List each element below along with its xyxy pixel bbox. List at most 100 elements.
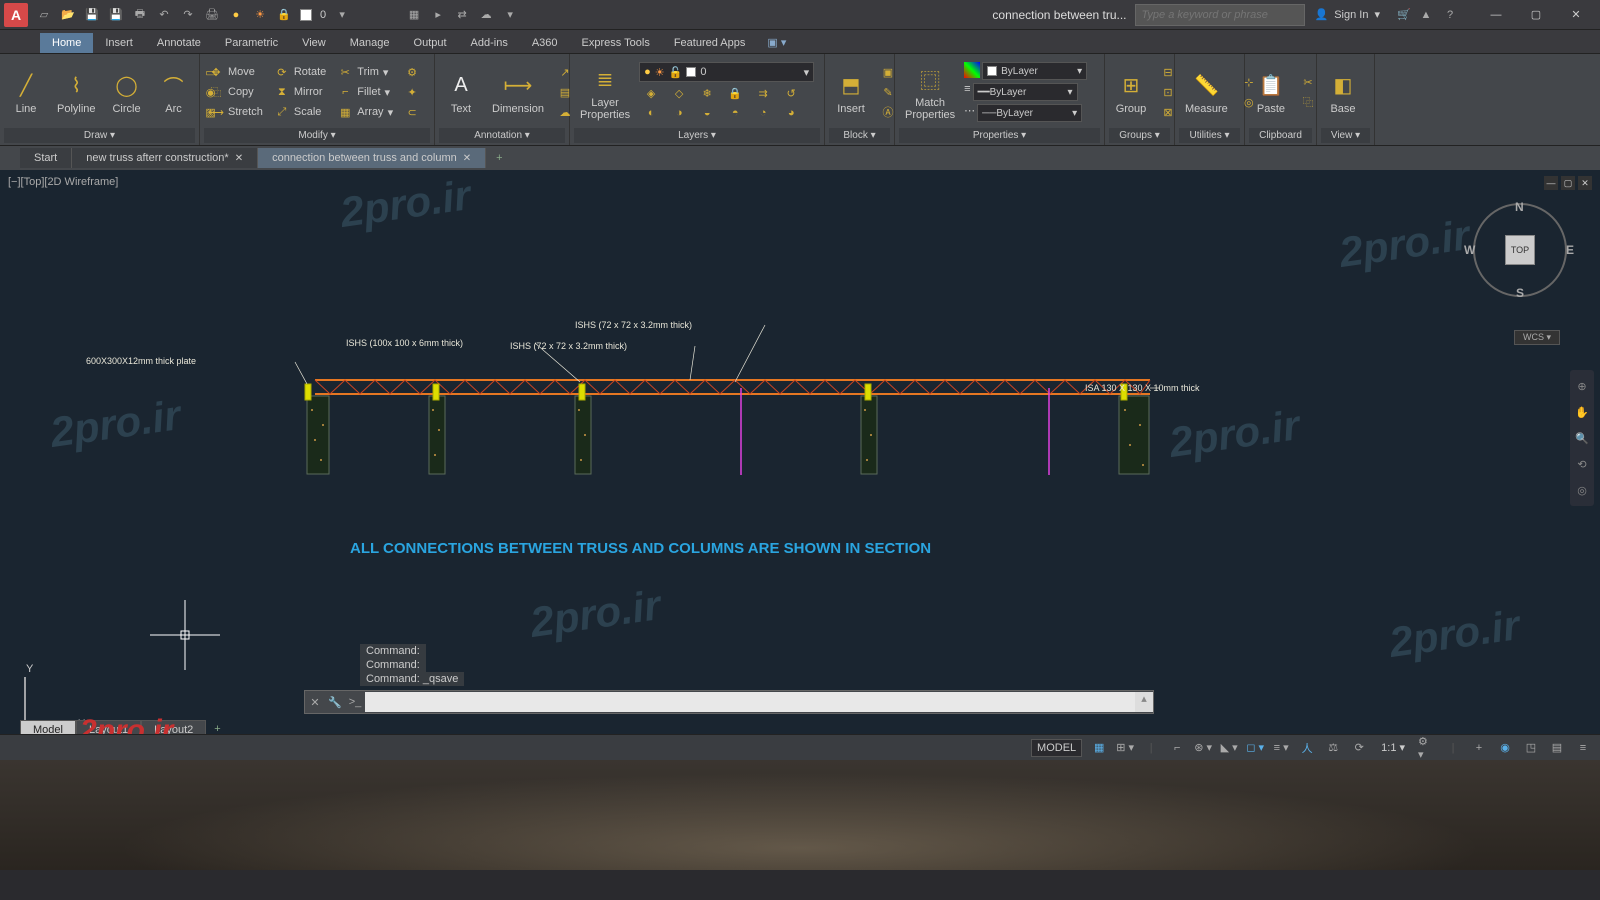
scale-button[interactable]: ⤢Scale (270, 103, 330, 121)
layer-iso-button[interactable]: ◈ (639, 84, 663, 102)
ribbon-gear-icon[interactable]: ▣ ▾ (757, 32, 796, 53)
status-polar-icon[interactable]: ⊛ ▾ (1194, 739, 1212, 757)
cloud-icon[interactable]: ☁ (478, 7, 494, 23)
layer-lock-button[interactable]: 🔒 (723, 84, 747, 102)
print-icon[interactable]: 🖨 (204, 7, 220, 23)
sun-icon[interactable]: ☀ (252, 7, 268, 23)
modify-ext1-button[interactable]: ⚙ (400, 63, 424, 81)
panel-annotation-label[interactable]: Annotation ▾ (439, 128, 565, 143)
close-button[interactable]: ✕ (1556, 1, 1596, 29)
layer-match-button[interactable]: ⇉ (751, 84, 775, 102)
status-snap-icon[interactable]: ⊞ ▾ (1116, 739, 1134, 757)
share-icon[interactable]: ⇄ (454, 7, 470, 23)
help-icon[interactable]: ? (1442, 7, 1458, 23)
layer-btn-a[interactable]: ◐ (639, 104, 663, 122)
stretch-button[interactable]: ⟷Stretch (204, 103, 267, 121)
panel-clipboard-label[interactable]: Clipboard (1249, 128, 1312, 143)
line-button[interactable]: ╱Line (4, 67, 48, 117)
layer-btn-f[interactable]: ◕ (779, 104, 803, 122)
tab-home[interactable]: Home (40, 33, 93, 53)
layer-btn-c[interactable]: ◒ (695, 104, 719, 122)
status-annomon-icon[interactable]: 人 (1298, 739, 1316, 757)
tab-parametric[interactable]: Parametric (213, 33, 290, 53)
polyline-button[interactable]: ⌇Polyline (51, 67, 102, 117)
status-isodraft-icon[interactable]: ◣ ▾ (1220, 739, 1238, 757)
lineweight-icon[interactable]: ≡ (964, 83, 970, 101)
extend-icon[interactable]: ▸ (430, 7, 446, 23)
panel-utilities-label[interactable]: Utilities ▾ (1179, 128, 1240, 143)
redo-icon[interactable]: ↷ (180, 7, 196, 23)
paste-button[interactable]: 📋Paste (1249, 67, 1293, 117)
group-button[interactable]: ⊞Group (1109, 67, 1153, 117)
status-ortho-icon[interactable]: ⌐ (1168, 739, 1186, 757)
arc-button[interactable]: ⌒Arc (152, 67, 196, 117)
layer-off-button[interactable]: ◇ (667, 84, 691, 102)
panel-draw-label[interactable]: Draw ▾ (4, 128, 195, 143)
move-button[interactable]: ✥Move (204, 63, 267, 81)
status-grid-icon[interactable]: ▦ (1090, 739, 1108, 757)
tab-express-tools[interactable]: Express Tools (570, 33, 662, 53)
status-plus-icon[interactable]: + (1470, 739, 1488, 757)
modify-ext2-button[interactable]: ✦ (400, 83, 424, 101)
file-tab-start[interactable]: Start (20, 148, 72, 168)
layer-swatch-icon[interactable] (300, 9, 312, 21)
array-button[interactable]: ▦Array ▾ (333, 103, 397, 121)
close-icon[interactable]: ✕ (235, 153, 243, 164)
panel-view-label[interactable]: View ▾ (1321, 128, 1370, 143)
cmd-customize-icon[interactable]: 🔧 (325, 696, 345, 709)
status-lwt-icon[interactable]: ≡ ▾ (1272, 739, 1290, 757)
signin-button[interactable]: 👤 Sign In ▾ (1305, 8, 1390, 21)
linetype-combo[interactable]: ── ByLayer▾ (977, 104, 1082, 122)
status-clean-icon[interactable]: ▤ (1548, 739, 1566, 757)
tab-a360[interactable]: A360 (520, 33, 570, 53)
tab-manage[interactable]: Manage (338, 33, 402, 53)
status-ws-icon[interactable]: ⚙ ▾ (1418, 739, 1436, 757)
workspace-icon[interactable]: ▦ (406, 7, 422, 23)
trim-button[interactable]: ✂Trim ▾ (333, 63, 397, 81)
new-icon[interactable]: ▱ (36, 7, 52, 23)
status-autoscale-icon[interactable]: ⟳ (1350, 739, 1368, 757)
color-combo[interactable]: ByLayer▾ (982, 62, 1087, 80)
status-scale[interactable]: 1:1 ▾ (1376, 739, 1410, 756)
color-swatch-icon[interactable] (964, 62, 980, 78)
dropdown-icon[interactable]: ▾ (502, 7, 518, 23)
fillet-button[interactable]: ⌐Fillet ▾ (333, 83, 397, 101)
insert-button[interactable]: ⬒Insert (829, 67, 873, 117)
save-icon[interactable]: 💾 (84, 7, 100, 23)
close-icon[interactable]: ✕ (463, 153, 471, 164)
cmd-expand-icon[interactable]: ▴ (1135, 692, 1153, 712)
plot-icon[interactable]: 🖶 (132, 7, 148, 23)
lock-icon[interactable]: 🔒 (276, 7, 292, 23)
bulb-icon[interactable]: ● (228, 7, 244, 23)
tab-insert[interactable]: Insert (93, 33, 145, 53)
status-annoscale-icon[interactable]: ⚖ (1324, 739, 1342, 757)
dimension-button[interactable]: ⟼Dimension (486, 67, 550, 117)
lineweight-combo[interactable]: ━━ ByLayer▾ (973, 83, 1078, 101)
panel-layers-label[interactable]: Layers ▾ (574, 128, 820, 143)
modify-ext3-button[interactable]: ⊂ (400, 103, 424, 121)
maximize-button[interactable]: ▢ (1516, 1, 1556, 29)
status-customize-icon[interactable]: ≡ (1574, 739, 1592, 757)
layer-freeze-button[interactable]: ❄ (695, 84, 719, 102)
tab-featured-apps[interactable]: Featured Apps (662, 33, 758, 53)
circle-button[interactable]: ◯Circle (105, 67, 149, 117)
file-tab-connection[interactable]: connection between truss and column✕ (258, 148, 486, 168)
saveas-icon[interactable]: 💾 (108, 7, 124, 23)
status-hwaccel-icon[interactable]: ◉ (1496, 739, 1514, 757)
search-input[interactable] (1135, 4, 1305, 26)
status-model[interactable]: MODEL (1031, 739, 1082, 757)
file-tab-truss[interactable]: new truss afterr construction*✕ (72, 148, 258, 168)
layer-btn-e[interactable]: ◔ (751, 104, 775, 122)
base-button[interactable]: ◧Base (1321, 67, 1365, 117)
tab-view[interactable]: View (290, 33, 338, 53)
new-tab-button[interactable]: + (486, 148, 512, 168)
layer-btn-d[interactable]: ◓ (723, 104, 747, 122)
linetype-icon[interactable]: ⋯ (964, 104, 975, 122)
autodesk-app-icon[interactable]: ▲ (1418, 7, 1434, 23)
cmd-close-icon[interactable]: ✕ (305, 696, 325, 709)
exchange-icon[interactable]: 🛒 (1396, 7, 1412, 23)
tab-annotate[interactable]: Annotate (145, 33, 213, 53)
status-iso-icon[interactable]: ◳ (1522, 739, 1540, 757)
panel-groups-label[interactable]: Groups ▾ (1109, 128, 1170, 143)
tab-output[interactable]: Output (402, 33, 459, 53)
